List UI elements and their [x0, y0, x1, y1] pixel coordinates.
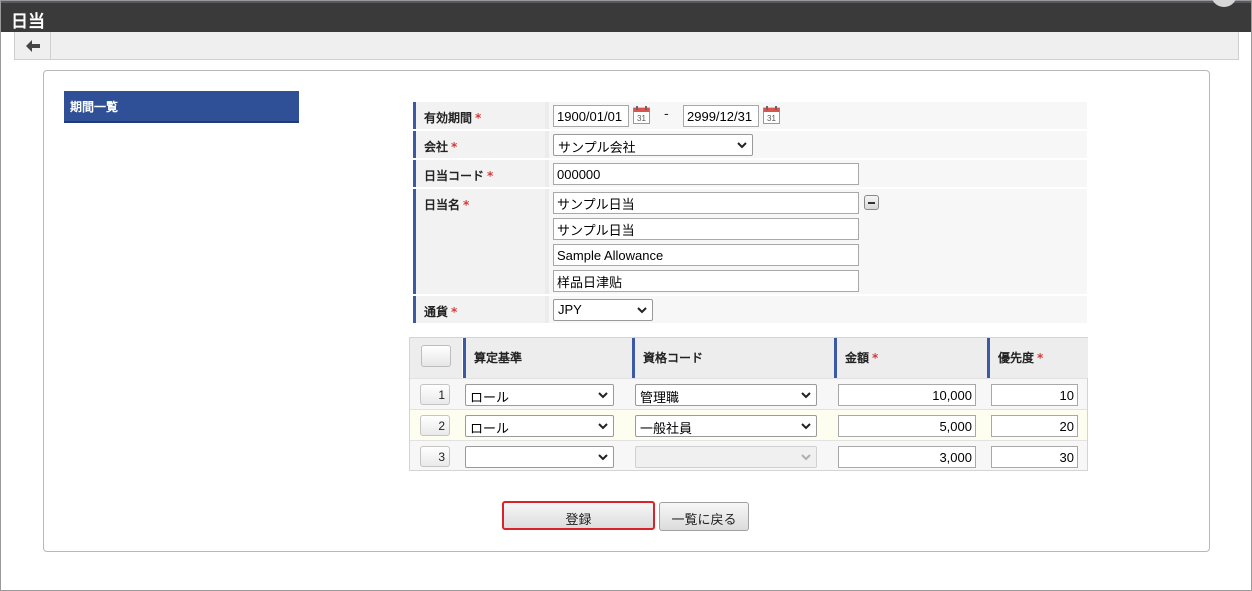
row-number[interactable]: 2 [420, 415, 450, 436]
currency-select-value: JPY [558, 302, 582, 317]
field-label-currency: 通貨 * [413, 296, 545, 323]
select-all-box[interactable] [421, 345, 451, 367]
required-mark: * [451, 305, 458, 319]
priority-input[interactable] [991, 415, 1078, 437]
period-separator: - [664, 107, 669, 122]
title-bar: 日当 [1, 0, 1251, 32]
row-number[interactable]: 1 [420, 384, 450, 405]
required-mark: * [872, 351, 879, 365]
currency-select[interactable]: JPY [553, 299, 653, 321]
chevron-down-icon [801, 454, 811, 461]
form-row-period: 有効期間* 31 - 31 [413, 102, 1087, 129]
company-select-value: サンプル会社 [558, 140, 636, 155]
back-arrow-icon [25, 39, 40, 52]
chevron-down-icon [598, 392, 608, 399]
chevron-down-icon [737, 142, 747, 149]
back-to-list-button[interactable]: 一覧に戻る [659, 502, 749, 531]
name-input-ja2[interactable] [553, 218, 859, 240]
qualification-select[interactable]: 管理職 [635, 384, 817, 406]
calendar-icon[interactable]: 31 [763, 106, 780, 124]
field-label-period: 有効期間 * [413, 102, 545, 129]
sidebar-item-period-list[interactable]: 期間一覧 [64, 91, 299, 123]
priority-input[interactable] [991, 384, 1078, 406]
required-mark: * [1037, 351, 1044, 365]
field-label-code: 日当コード * [413, 160, 545, 187]
chevron-down-icon [598, 454, 608, 461]
form-row-name: 日当名 * [413, 189, 1087, 294]
period-end-input[interactable] [683, 105, 759, 127]
name-input-en[interactable] [553, 244, 859, 266]
grid-header-amount: 金額 * [834, 338, 988, 378]
name-input-zh[interactable] [553, 270, 859, 292]
collapse-icon[interactable] [864, 195, 879, 210]
grid-header-qualification: 資格コード [632, 338, 835, 378]
grid-header-priority: 優先度 * [987, 338, 1088, 378]
required-mark: * [463, 198, 470, 212]
register-button[interactable]: 登録 [502, 501, 655, 530]
basis-select-value: ロール [470, 421, 510, 436]
required-mark: * [451, 140, 458, 154]
qualification-select[interactable]: 一般社員 [635, 415, 817, 437]
grid-header-select [410, 338, 462, 378]
calendar-icon[interactable]: 31 [633, 106, 650, 124]
allowance-grid: 算定基準 資格コード 金額* 優先度* 1 ロール 管理職 2 ロール 一般社員… [409, 337, 1088, 471]
toolbar [14, 32, 1239, 60]
field-label-company: 会社 * [413, 131, 545, 158]
period-start-input[interactable] [553, 105, 629, 127]
qualification-select[interactable] [635, 446, 817, 468]
back-button[interactable] [15, 32, 51, 59]
amount-input[interactable] [838, 415, 976, 437]
calendar-icon-day: 31 [637, 114, 646, 123]
table-row: 3 [410, 440, 1087, 470]
chevron-down-icon [598, 423, 608, 430]
required-mark: * [475, 111, 482, 125]
code-input[interactable] [553, 163, 859, 185]
chevron-down-icon [801, 392, 811, 399]
basis-select[interactable]: ロール [465, 415, 614, 437]
corner-decoration [1211, 0, 1237, 7]
table-row: 2 ロール 一般社員 [410, 409, 1087, 440]
chevron-down-icon [637, 307, 647, 314]
row-number[interactable]: 3 [420, 446, 450, 467]
chevron-down-icon [801, 423, 811, 430]
name-input-ja[interactable] [553, 192, 859, 214]
qualification-select-value: 管理職 [640, 390, 680, 405]
page-title: 日当 [11, 12, 45, 32]
field-label-name: 日当名 * [413, 189, 545, 294]
company-select[interactable]: サンプル会社 [553, 134, 753, 156]
required-mark: * [487, 169, 494, 183]
basis-select[interactable] [465, 446, 614, 468]
form-row-code: 日当コード * [413, 160, 1087, 187]
table-row: 1 ロール 管理職 [410, 378, 1087, 409]
amount-input[interactable] [838, 384, 976, 406]
sidebar-item-label: 期間一覧 [70, 100, 119, 114]
basis-select-value: ロール [470, 390, 510, 405]
form-row-currency: 通貨 * JPY [413, 296, 1087, 323]
grid-header-basis: 算定基準 [463, 338, 633, 378]
amount-input[interactable] [838, 446, 976, 468]
basis-select[interactable]: ロール [465, 384, 614, 406]
priority-input[interactable] [991, 446, 1078, 468]
form-row-company: 会社 * サンプル会社 [413, 131, 1087, 158]
qualification-select-value: 一般社員 [640, 421, 693, 436]
calendar-icon-day: 31 [767, 114, 776, 123]
